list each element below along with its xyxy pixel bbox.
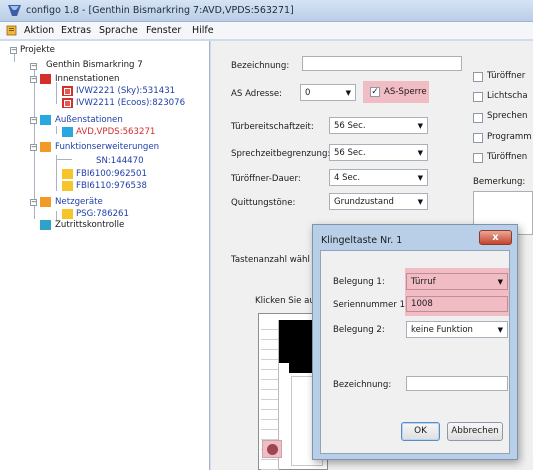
sprechzeit-value: 56 Sec. <box>334 148 366 158</box>
klicken-instruction: Klicken Sie au <box>255 296 315 306</box>
extension-module-icon <box>62 169 73 179</box>
menu-sprache[interactable]: Sprache <box>99 25 138 36</box>
tuerbereitschaftzeit-select[interactable]: 56 Sec. ▼ <box>329 117 428 134</box>
collapse-projekte-icon[interactable]: − <box>10 47 17 54</box>
dialog-title: Klingeltaste Nr. 1 <box>321 235 403 246</box>
tree-zutrittskontrolle[interactable]: Zutrittskontrolle <box>55 220 124 230</box>
collapse-innenstationen-icon[interactable]: − <box>30 76 37 83</box>
project-tree: − Projekte − Genthin Bismarkring 7 − Inn… <box>0 41 210 470</box>
indoor-station-icon <box>62 86 73 96</box>
tastenanzahl-label: Tastenanzahl wähl <box>231 255 310 265</box>
title-bar: configo 1.8 - [Genthin Bismarkring 7:AVD… <box>0 0 533 22</box>
tueroeffner-dauer-value: 4 Sec. <box>334 173 361 183</box>
tree-aussenstationen[interactable]: Außenstationen <box>55 115 123 125</box>
chevron-down-icon: ▼ <box>417 122 423 130</box>
klingeltaste-dialog: Klingeltaste Nr. 1 x Belegung 1: Türruf … <box>312 224 518 460</box>
quittungstoene-label: Quittungstöne: <box>231 198 296 208</box>
document-icon[interactable] <box>6 25 17 36</box>
ok-button[interactable]: OK <box>401 422 440 441</box>
tueroeffner-dauer-select[interactable]: 4 Sec. ▼ <box>329 169 428 186</box>
close-button[interactable]: x <box>479 230 512 245</box>
bell-button-icon <box>267 444 278 455</box>
menu-fenster[interactable]: Fenster <box>146 25 181 36</box>
tree-item-psg[interactable]: PSG:786261 <box>76 209 129 219</box>
chevron-down-icon: ▼ <box>497 278 503 286</box>
window-title: configo 1.8 - [Genthin Bismarkring 7:AVD… <box>26 5 294 16</box>
tueroeffner-dauer-label: Türöffner-Dauer: <box>231 174 301 184</box>
menu-bar: Aktion Extras Sprache Fenster Hilfe <box>0 22 533 40</box>
dialog-bezeichnung-input[interactable] <box>406 376 508 391</box>
quittungstoene-select[interactable]: Grundzustand ▼ <box>329 193 428 210</box>
tuerbereitschaftzeit-value: 56 Sec. <box>334 121 366 131</box>
tueroeffnen-checkbox-label: Türöffnen <box>487 152 528 162</box>
bell-button-1-highlight[interactable] <box>262 440 282 458</box>
as-adresse-select[interactable]: 0 ▼ <box>300 84 356 101</box>
tuerbereitschaftzeit-label: Türbereitschaftzeit: <box>231 122 314 132</box>
quittungstoene-value: Grundzustand <box>334 197 394 207</box>
tree-item-fbi6100[interactable]: FBI6100:962501 <box>76 169 147 179</box>
tree-root-projekte[interactable]: Projekte <box>20 45 55 55</box>
indoor-station-icon <box>62 98 73 108</box>
belegung1-value: Türruf <box>411 277 436 287</box>
innenstation-group-icon <box>40 74 51 84</box>
belegung1-label: Belegung 1: <box>333 277 385 287</box>
tree-netzgeraete[interactable]: Netzgeräte <box>55 197 103 207</box>
bemerkung-label: Bemerkung: <box>473 177 526 187</box>
sprechen-checkbox[interactable] <box>473 113 483 123</box>
menu-hilfe[interactable]: Hilfe <box>192 25 214 36</box>
programm-checkbox-label: Programm <box>487 132 532 142</box>
extension-module-icon <box>62 181 73 191</box>
tree-item-fbi6110[interactable]: FBI6110:976538 <box>76 181 147 191</box>
extension-group-icon <box>40 142 51 152</box>
sprechen-checkbox-label: Sprechen <box>487 111 528 121</box>
tree-item-ivw2211[interactable]: IVW2211 (Ecoos):823076 <box>76 98 185 108</box>
access-control-icon <box>40 220 51 230</box>
collapse-netzgeraete-icon[interactable]: − <box>30 199 37 206</box>
bezeichnung-label: Bezeichnung: <box>231 61 290 71</box>
belegung2-value: keine Funktion <box>411 325 473 335</box>
chevron-down-icon: ▼ <box>417 174 423 182</box>
tree-item-sn[interactable]: SN:144470 <box>96 156 144 166</box>
configo-app-icon <box>8 5 21 16</box>
power-supply-icon <box>62 209 73 219</box>
tree-innenstationen[interactable]: Innenstationen <box>55 74 119 84</box>
cancel-button[interactable]: Abbrechen <box>447 422 503 441</box>
as-adresse-label: AS Adresse: <box>231 89 283 99</box>
tueroeffnen-checkbox[interactable] <box>473 153 483 163</box>
power-supply-group-icon <box>40 197 51 207</box>
bezeichnung-input[interactable] <box>302 56 462 71</box>
menu-extras[interactable]: Extras <box>61 25 91 36</box>
belegung1-select[interactable]: Türruf ▼ <box>406 273 508 290</box>
dialog-bezeichnung-label: Bezeichnung: <box>333 380 392 390</box>
lichtschalter-checkbox-label: Lichtscha <box>487 91 528 101</box>
tree-item-avd-vpds[interactable]: AVD,VPDS:563271 <box>76 127 155 137</box>
chevron-down-icon: ▼ <box>497 326 503 334</box>
collapse-aussenstationen-icon[interactable]: − <box>30 117 37 124</box>
lichtschalter-checkbox[interactable] <box>473 92 483 102</box>
seriennummer-input[interactable]: 1008 <box>406 296 508 312</box>
tueroeffner-checkbox-label: Türöffner <box>487 71 526 81</box>
tree-item-ivw2221[interactable]: IVW2221 (Sky):531431 <box>76 86 175 96</box>
sprechzeit-select[interactable]: 56 Sec. ▼ <box>329 144 428 161</box>
as-sperre-label: AS-Sperre <box>384 87 427 97</box>
outdoor-station-group-icon <box>40 115 51 125</box>
outdoor-station-icon <box>62 127 73 137</box>
sprechzeit-label: Sprechzeitbegrenzung: <box>231 149 331 159</box>
collapse-project-icon[interactable]: − <box>30 63 37 70</box>
chevron-down-icon: ▼ <box>417 198 423 206</box>
chevron-down-icon: ▼ <box>417 149 423 157</box>
as-sperre-checkbox[interactable]: ✓ <box>370 87 380 97</box>
belegung2-label: Belegung 2: <box>333 325 385 335</box>
dialog-content: Belegung 1: Türruf ▼ Seriennummer 1: 100… <box>320 250 510 454</box>
belegung2-select[interactable]: keine Funktion ▼ <box>406 321 508 338</box>
as-adresse-value: 0 <box>305 88 311 98</box>
programm-checkbox[interactable] <box>473 133 483 143</box>
tree-funktionserweiterungen[interactable]: Funktionserweiterungen <box>55 142 159 152</box>
menu-aktion[interactable]: Aktion <box>24 25 54 36</box>
collapse-funktionserweiterungen-icon[interactable]: − <box>30 144 37 151</box>
chevron-down-icon: ▼ <box>345 89 351 97</box>
tree-project[interactable]: Genthin Bismarkring 7 <box>46 60 143 70</box>
tueroeffner-checkbox[interactable] <box>473 72 483 82</box>
seriennummer-label: Seriennummer 1: <box>333 300 408 310</box>
